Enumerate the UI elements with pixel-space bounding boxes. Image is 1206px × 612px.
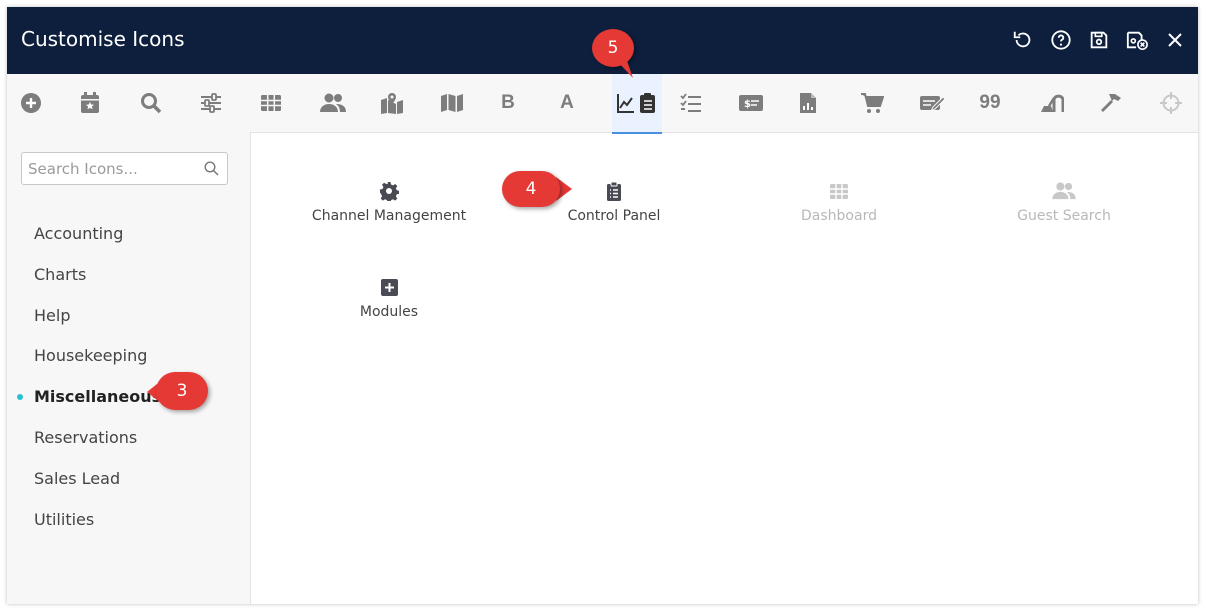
callout-badge-5: 5 — [592, 29, 634, 67]
icon-tile-modules[interactable]: Modules — [284, 276, 494, 320]
icon-tile-label: Channel Management — [311, 208, 467, 224]
category-sales-lead[interactable]: Sales Lead — [34, 469, 120, 488]
crosshair-icon[interactable] — [1151, 74, 1191, 132]
undo-icon[interactable] — [1010, 27, 1036, 53]
icon-grid: Channel Management Control Panel Dashboa… — [251, 132, 1198, 604]
icon-search-box — [21, 152, 228, 185]
sign-icon[interactable] — [912, 74, 952, 132]
icon-tile-label: Control Panel — [567, 208, 661, 224]
search-icon[interactable] — [131, 74, 171, 132]
category-accounting[interactable]: Accounting — [34, 224, 123, 243]
gear-icon — [284, 180, 494, 202]
title-actions — [1010, 27, 1188, 53]
search-icon[interactable] — [204, 161, 219, 181]
active-indicator-dot — [17, 394, 23, 400]
bold-icon[interactable]: B — [488, 74, 528, 132]
icon-search-input[interactable] — [22, 153, 204, 184]
font-icon[interactable]: A — [547, 74, 587, 132]
callout-number: 4 — [525, 179, 537, 199]
save-icon[interactable] — [1086, 27, 1112, 53]
money-bill-icon[interactable]: $ — [731, 74, 771, 132]
save-close-icon[interactable] — [1124, 27, 1150, 53]
icon-category-toolbar: B A $ 99 — [7, 74, 1198, 134]
map-icon[interactable] — [432, 74, 472, 132]
callout-number: 3 — [176, 381, 188, 401]
tasks-icon[interactable] — [671, 74, 711, 132]
icon-tile-label: Modules — [359, 304, 419, 320]
users-icon — [959, 180, 1169, 202]
category-housekeeping[interactable]: Housekeeping — [34, 346, 147, 365]
quote-icon[interactable]: 99 — [970, 74, 1010, 132]
category-miscellaneous[interactable]: Miscellaneous — [34, 387, 161, 406]
vacuum-icon[interactable] — [1032, 74, 1072, 132]
close-icon[interactable] — [1162, 27, 1188, 53]
icon-tile-guest-search[interactable]: Guest Search — [959, 180, 1169, 224]
cart-icon[interactable] — [852, 74, 892, 132]
chart-clipboard-icon[interactable] — [612, 74, 662, 134]
calendar-star-icon[interactable] — [70, 74, 110, 132]
icon-tile-dashboard[interactable]: Dashboard — [734, 180, 944, 224]
category-reservations[interactable]: Reservations — [34, 428, 137, 447]
svg-text:$: $ — [744, 99, 751, 110]
plus-square-icon — [284, 276, 494, 298]
category-help[interactable]: Help — [34, 306, 70, 325]
icon-tile-label: Guest Search — [1017, 208, 1111, 224]
customise-icons-dialog: Customise Icons B A $ 99 Search Icons...… — [7, 7, 1198, 604]
callout-number: 5 — [607, 38, 619, 58]
callout-badge-3: 3 — [156, 372, 208, 410]
add-icon[interactable] — [11, 74, 51, 132]
category-utilities[interactable]: Utilities — [34, 510, 94, 529]
users-icon[interactable] — [313, 74, 353, 132]
callout-badge-4: 4 — [502, 171, 560, 207]
category-sidebar: Accounting Charts Help Housekeeping Misc… — [7, 132, 251, 604]
table-icon — [734, 180, 944, 202]
map-marked-icon[interactable] — [372, 74, 412, 132]
icon-tile-channel-management[interactable]: Channel Management — [284, 180, 494, 224]
table-icon[interactable] — [251, 74, 291, 132]
hammer-icon[interactable] — [1091, 74, 1131, 132]
icon-tile-label: Dashboard — [801, 208, 877, 224]
dialog-title: Customise Icons — [21, 27, 185, 51]
file-chart-icon[interactable] — [788, 74, 828, 132]
sliders-icon[interactable] — [191, 74, 231, 132]
category-charts[interactable]: Charts — [34, 265, 86, 284]
help-icon[interactable] — [1048, 27, 1074, 53]
